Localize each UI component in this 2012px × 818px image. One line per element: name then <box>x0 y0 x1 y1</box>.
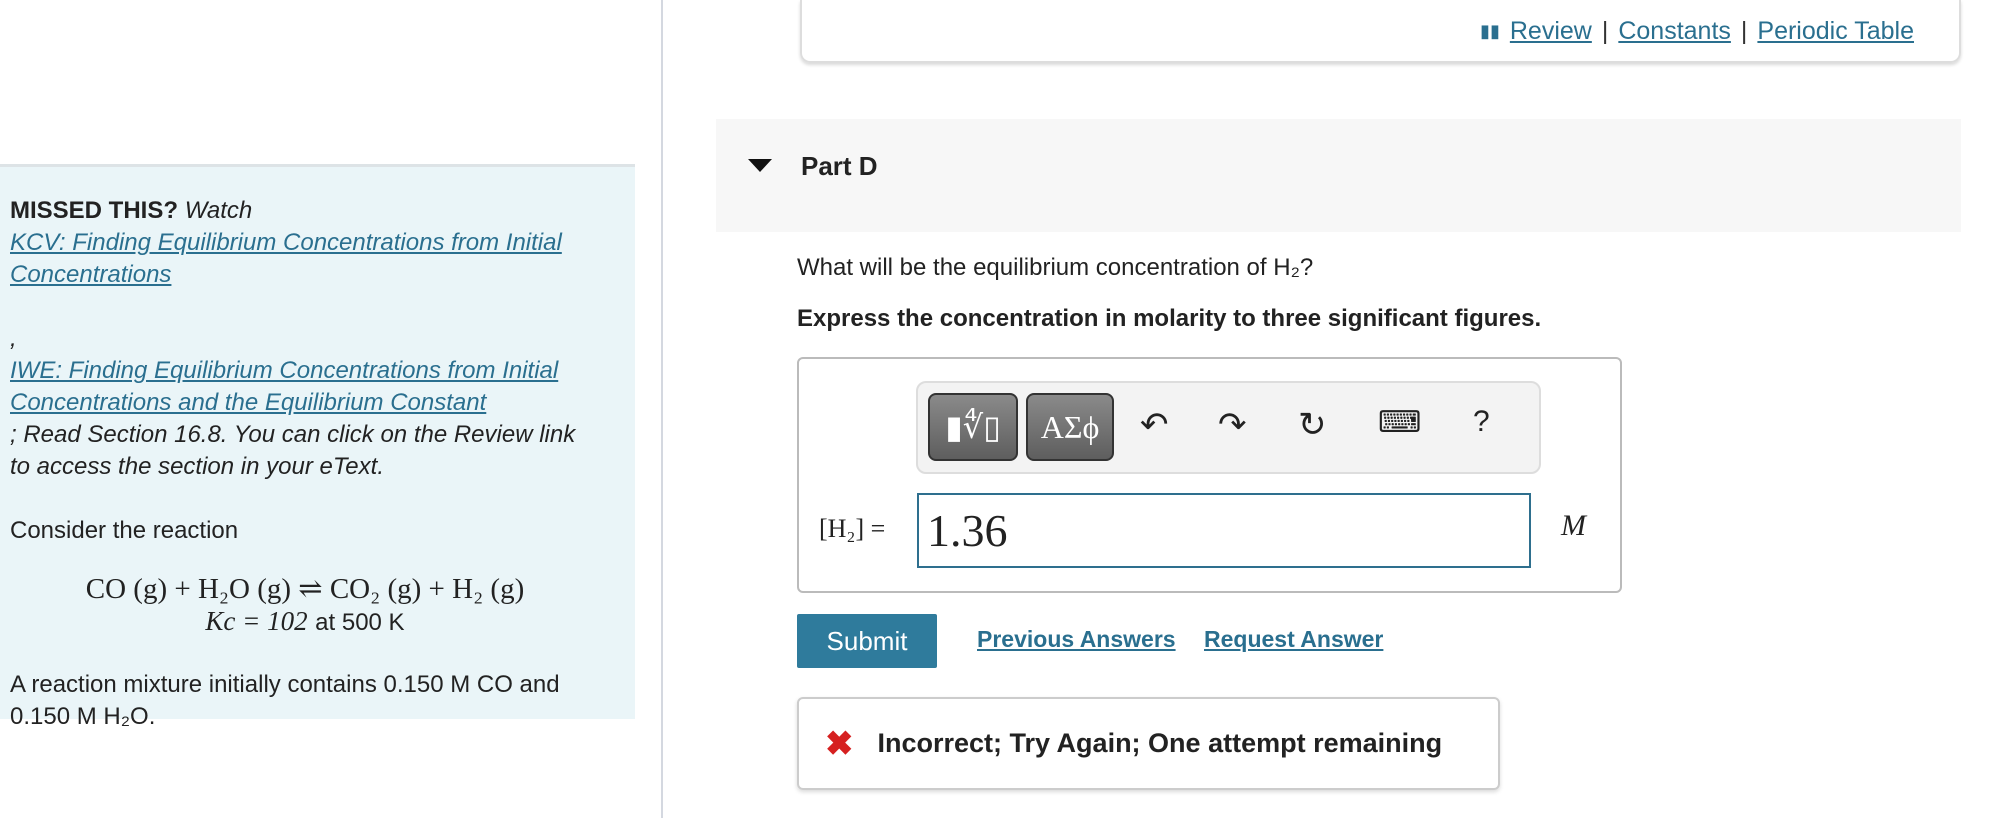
separator: | <box>1740 17 1748 45</box>
unit-label: M <box>1561 509 1586 542</box>
iwe-link[interactable]: IWE: Finding Equilibrium Concentrations … <box>10 355 625 419</box>
separator: | <box>1601 17 1609 45</box>
feedback-text: Incorrect; Try Again; One attempt remain… <box>877 728 1443 758</box>
submit-button[interactable]: Submit <box>797 614 937 668</box>
missed-label: MISSED THIS? <box>10 197 179 224</box>
mixture-text: A reaction mixture initially contains 0.… <box>10 671 560 730</box>
watch-label: Watch <box>184 197 253 224</box>
templates-button[interactable]: ▮∜▯ <box>928 393 1018 461</box>
resource-links: ▮▮ Review | Constants | Periodic Table <box>1480 17 1914 46</box>
previous-answers-link[interactable]: Previous Answers <box>977 626 1176 653</box>
keyboard-icon[interactable]: ⌨ <box>1378 405 1421 440</box>
feedback-box: ✖ Incorrect; Try Again; One attempt rema… <box>797 697 1500 790</box>
collapse-triangle-icon[interactable] <box>748 159 772 172</box>
redo-icon[interactable]: ↷ <box>1218 405 1247 445</box>
kcv-link[interactable]: KCV: Finding Equilibrium Concentrations … <box>10 227 570 291</box>
kc-temperature: at 500 K <box>315 609 405 636</box>
book-icon: ▮▮ <box>1480 21 1500 41</box>
periodic-table-link[interactable]: Periodic Table <box>1757 17 1914 46</box>
kc-value: Kc = 102 <box>205 606 308 636</box>
symbols-button[interactable]: ΑΣϕ <box>1026 393 1114 461</box>
consider-text: Consider the reaction <box>10 517 239 544</box>
answer-label: [H₂] = <box>819 514 886 543</box>
part-title: Part D <box>801 151 878 181</box>
instruction-text: Express the concentration in molarity to… <box>797 305 1542 332</box>
request-answer-link[interactable]: Request Answer <box>1204 626 1383 653</box>
answer-input[interactable]: 1.36 <box>917 493 1531 568</box>
part-d-header[interactable]: Part D <box>716 119 1961 232</box>
incorrect-x-icon: ✖ <box>825 724 854 763</box>
question-text: What will be the equilibrium concentrati… <box>797 254 1314 281</box>
review-link[interactable]: Review <box>1510 17 1592 46</box>
divider <box>661 0 663 818</box>
hint-panel: MISSED THIS? Watch KCV: Finding Equilibr… <box>0 164 635 730</box>
math-toolbar: ▮∜▯ ΑΣϕ ↶ ↷ ↻ ⌨ ? <box>916 381 1541 474</box>
help-icon[interactable]: ? <box>1473 405 1490 439</box>
read-section-text: ; Read Section 16.8. You can click on th… <box>10 421 576 480</box>
reset-icon[interactable]: ↻ <box>1298 405 1327 445</box>
answer-box: ▮∜▯ ΑΣϕ ↶ ↷ ↻ ⌨ ? [H₂] = 1.36 M <box>797 357 1622 593</box>
undo-icon[interactable]: ↶ <box>1140 405 1169 445</box>
constants-link[interactable]: Constants <box>1618 17 1731 46</box>
comma: , <box>10 325 17 352</box>
reaction-equation: CO (g) + H₂O (g) ⇌ CO₂ (g) + H₂ (g) <box>85 573 525 605</box>
